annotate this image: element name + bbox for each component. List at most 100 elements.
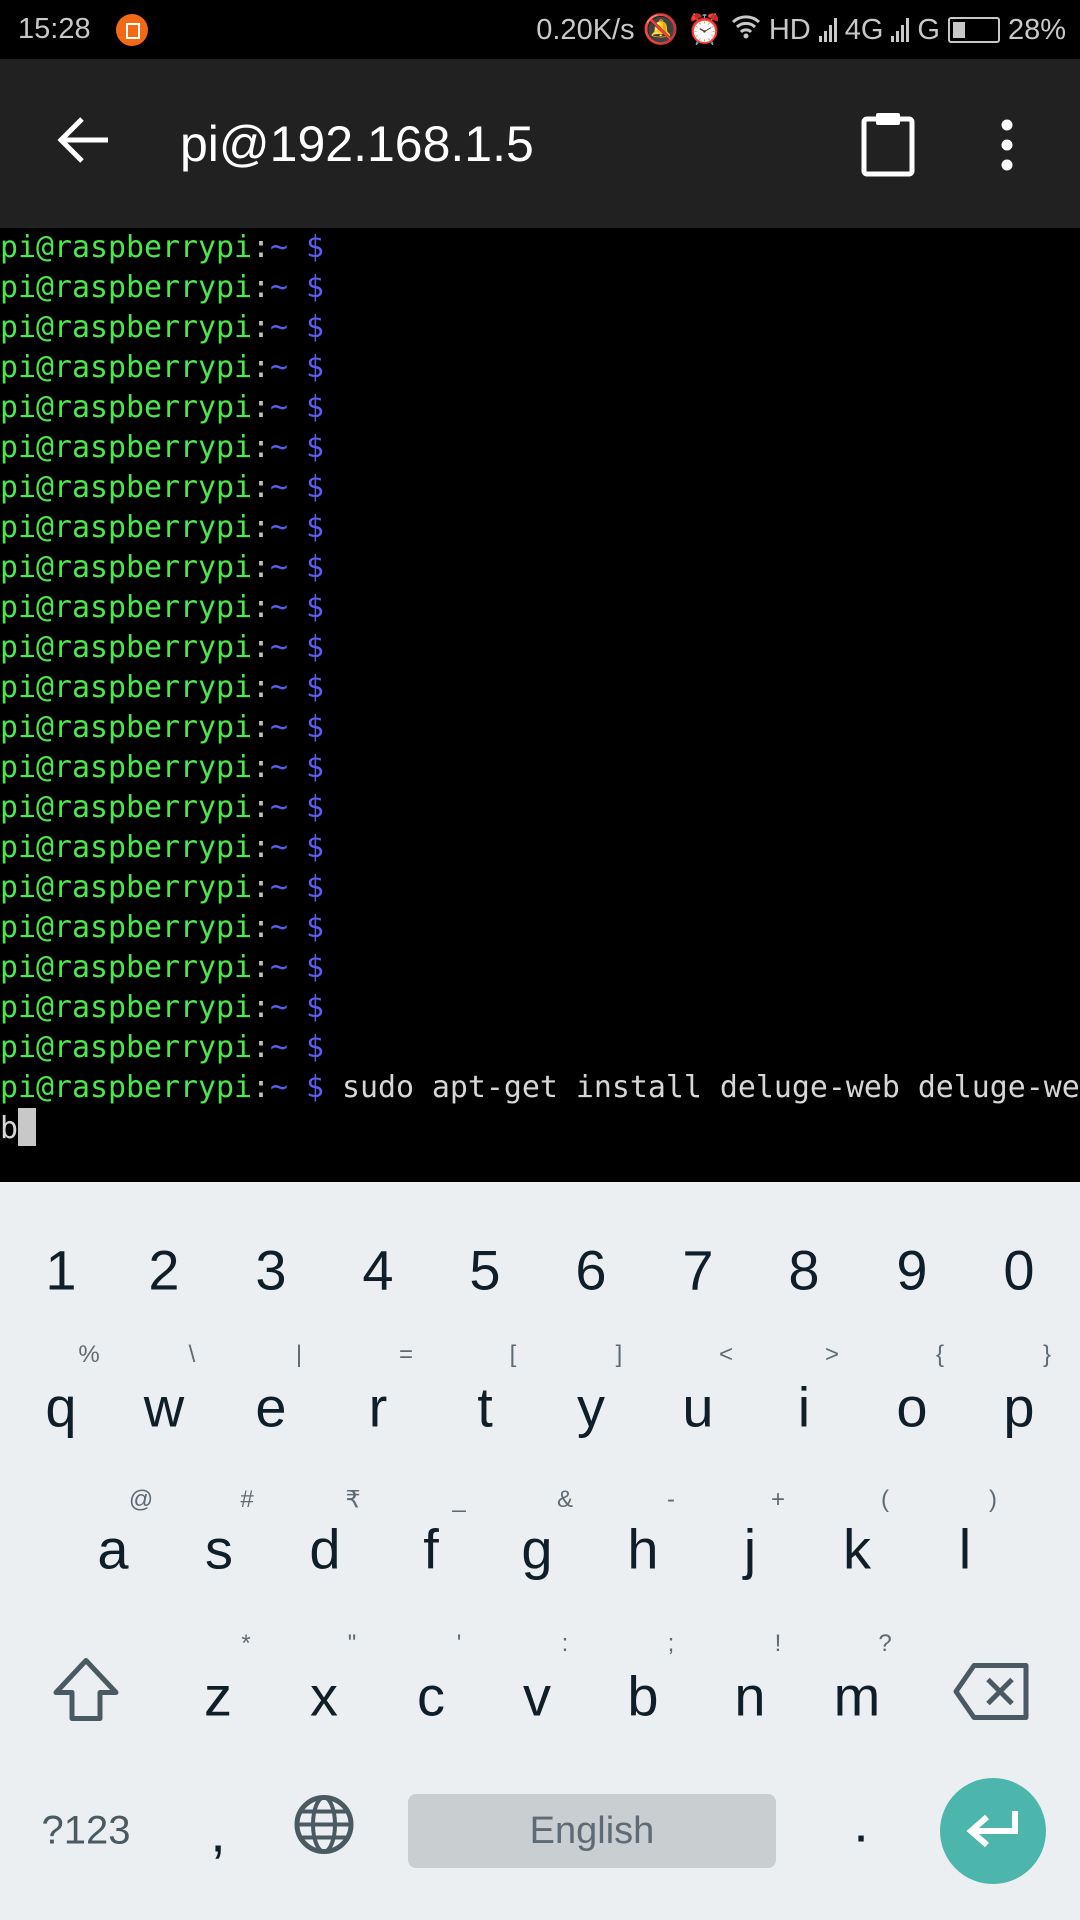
key-o[interactable]: o xyxy=(896,1375,927,1440)
prompt-colon: : xyxy=(251,1030,270,1065)
key-s[interactable]: s xyxy=(205,1517,233,1582)
prompt-dir: ~ xyxy=(269,790,288,825)
terminal-line: pi@raspberrypi:~ $ xyxy=(0,388,1080,428)
key-g[interactable]: g xyxy=(521,1517,552,1582)
clipboard-icon[interactable] xyxy=(860,111,916,182)
key-z[interactable]: z xyxy=(204,1664,232,1729)
terminal-line: pi@raspberrypi:~ $ xyxy=(0,468,1080,508)
prompt-dir: ~ xyxy=(269,590,288,625)
key-j[interactable]: j xyxy=(744,1517,756,1582)
key-hint: ; xyxy=(667,1630,675,1657)
language-globe-icon[interactable] xyxy=(293,1794,355,1869)
prompt-user: pi@raspberrypi xyxy=(0,350,252,385)
key-hint: = xyxy=(398,1341,414,1368)
key-i[interactable]: i xyxy=(798,1375,810,1440)
prompt-dollar: $ xyxy=(305,910,324,945)
prompt-dollar: $ xyxy=(305,750,324,785)
prompt-dollar: $ xyxy=(305,390,324,425)
key-r[interactable]: r xyxy=(369,1375,388,1440)
prompt-user: pi@raspberrypi xyxy=(0,550,252,585)
mute-vibrate-icon: 🔕 xyxy=(642,14,679,46)
terminal-line: pi@raspberrypi:~ $ xyxy=(0,348,1080,388)
prompt-dollar: $ xyxy=(305,550,324,585)
key-2[interactable]: 2 xyxy=(148,1238,179,1303)
backspace-key[interactable] xyxy=(952,1662,1032,1735)
prompt-user: pi@raspberrypi xyxy=(0,510,252,545)
key-8[interactable]: 8 xyxy=(788,1238,819,1303)
prompt-dollar: $ xyxy=(305,1070,324,1105)
key-hint: } xyxy=(1042,1341,1052,1368)
key-c[interactable]: c xyxy=(417,1664,445,1729)
prompt-colon: : xyxy=(251,390,270,425)
key-hint: ] xyxy=(615,1341,623,1368)
key-7[interactable]: 7 xyxy=(682,1238,713,1303)
key-b[interactable]: b xyxy=(627,1664,658,1729)
key-y[interactable]: y xyxy=(577,1375,605,1440)
hd-label: HD xyxy=(768,13,811,46)
enter-key[interactable] xyxy=(940,1778,1046,1884)
key-t[interactable]: t xyxy=(477,1375,493,1440)
prompt-dollar: $ xyxy=(305,950,324,985)
alarm-icon: ⏰ xyxy=(686,14,723,46)
prompt-user: pi@raspberrypi xyxy=(0,870,252,905)
key-p[interactable]: p xyxy=(1003,1375,1034,1440)
prompt-dir: ~ xyxy=(269,710,288,745)
key-hint: _ xyxy=(452,1486,466,1513)
key-w[interactable]: w xyxy=(144,1375,184,1440)
key-k[interactable]: k xyxy=(843,1517,871,1582)
key-d[interactable]: d xyxy=(309,1517,340,1582)
prompt-user: pi@raspberrypi xyxy=(0,950,252,985)
prompt-dollar: $ xyxy=(305,350,324,385)
battery-icon xyxy=(947,17,1000,43)
key-hint: [ xyxy=(509,1341,517,1368)
prompt-user: pi@raspberrypi xyxy=(0,830,252,865)
prompt-dollar: $ xyxy=(305,230,324,265)
terminal-line: pi@raspberrypi:~ $ xyxy=(0,308,1080,348)
key-l[interactable]: l xyxy=(959,1517,971,1582)
key-1[interactable]: 1 xyxy=(45,1238,76,1303)
prompt-colon: : xyxy=(251,310,270,345)
key-6[interactable]: 6 xyxy=(575,1238,606,1303)
prompt-dir: ~ xyxy=(269,630,288,665)
comma-key[interactable]: , xyxy=(210,1800,226,1865)
key-h[interactable]: h xyxy=(627,1517,658,1582)
prompt-user: pi@raspberrypi xyxy=(0,1070,252,1105)
key-5[interactable]: 5 xyxy=(469,1238,500,1303)
key-hint: : xyxy=(561,1630,569,1657)
app-bar: pi@192.168.1.5 xyxy=(0,59,1080,228)
prompt-dir: ~ xyxy=(269,310,288,345)
key-f[interactable]: f xyxy=(423,1517,439,1582)
prompt-dir: ~ xyxy=(269,470,288,505)
more-options-icon[interactable] xyxy=(994,119,1020,176)
period-key[interactable]: . xyxy=(853,1790,869,1855)
symbols-key[interactable]: ?123 xyxy=(42,1809,131,1854)
shift-key[interactable] xyxy=(51,1657,121,1736)
space-bar[interactable]: English xyxy=(408,1794,776,1868)
key-e[interactable]: e xyxy=(255,1375,286,1440)
terminal-line: pi@raspberrypi:~ $ xyxy=(0,908,1080,948)
key-9[interactable]: 9 xyxy=(896,1238,927,1303)
key-0[interactable]: 0 xyxy=(1003,1238,1034,1303)
key-3[interactable]: 3 xyxy=(255,1238,286,1303)
key-x[interactable]: x xyxy=(310,1664,338,1729)
prompt-colon: : xyxy=(251,750,270,785)
prompt-dollar: $ xyxy=(305,430,324,465)
key-u[interactable]: u xyxy=(682,1375,713,1440)
terminal-output[interactable]: pi@raspberrypi:~ $ pi@raspberrypi:~ $ pi… xyxy=(0,228,1080,1182)
key-q[interactable]: q xyxy=(45,1375,76,1440)
key-a[interactable]: a xyxy=(97,1517,128,1582)
key-4[interactable]: 4 xyxy=(362,1238,393,1303)
prompt-dir: ~ xyxy=(269,1070,288,1105)
key-m[interactable]: m xyxy=(834,1664,881,1729)
key-v[interactable]: v xyxy=(523,1664,551,1729)
back-arrow-icon[interactable] xyxy=(56,115,112,170)
key-n[interactable]: n xyxy=(734,1664,765,1729)
prompt-user: pi@raspberrypi xyxy=(0,230,252,265)
prompt-colon: : xyxy=(251,830,270,865)
prompt-user: pi@raspberrypi xyxy=(0,1030,252,1065)
prompt-dollar: $ xyxy=(305,990,324,1025)
prompt-colon: : xyxy=(251,510,270,545)
prompt-user: pi@raspberrypi xyxy=(0,990,252,1025)
key-hint: @ xyxy=(128,1486,154,1513)
enter-icon xyxy=(966,1811,1018,1848)
